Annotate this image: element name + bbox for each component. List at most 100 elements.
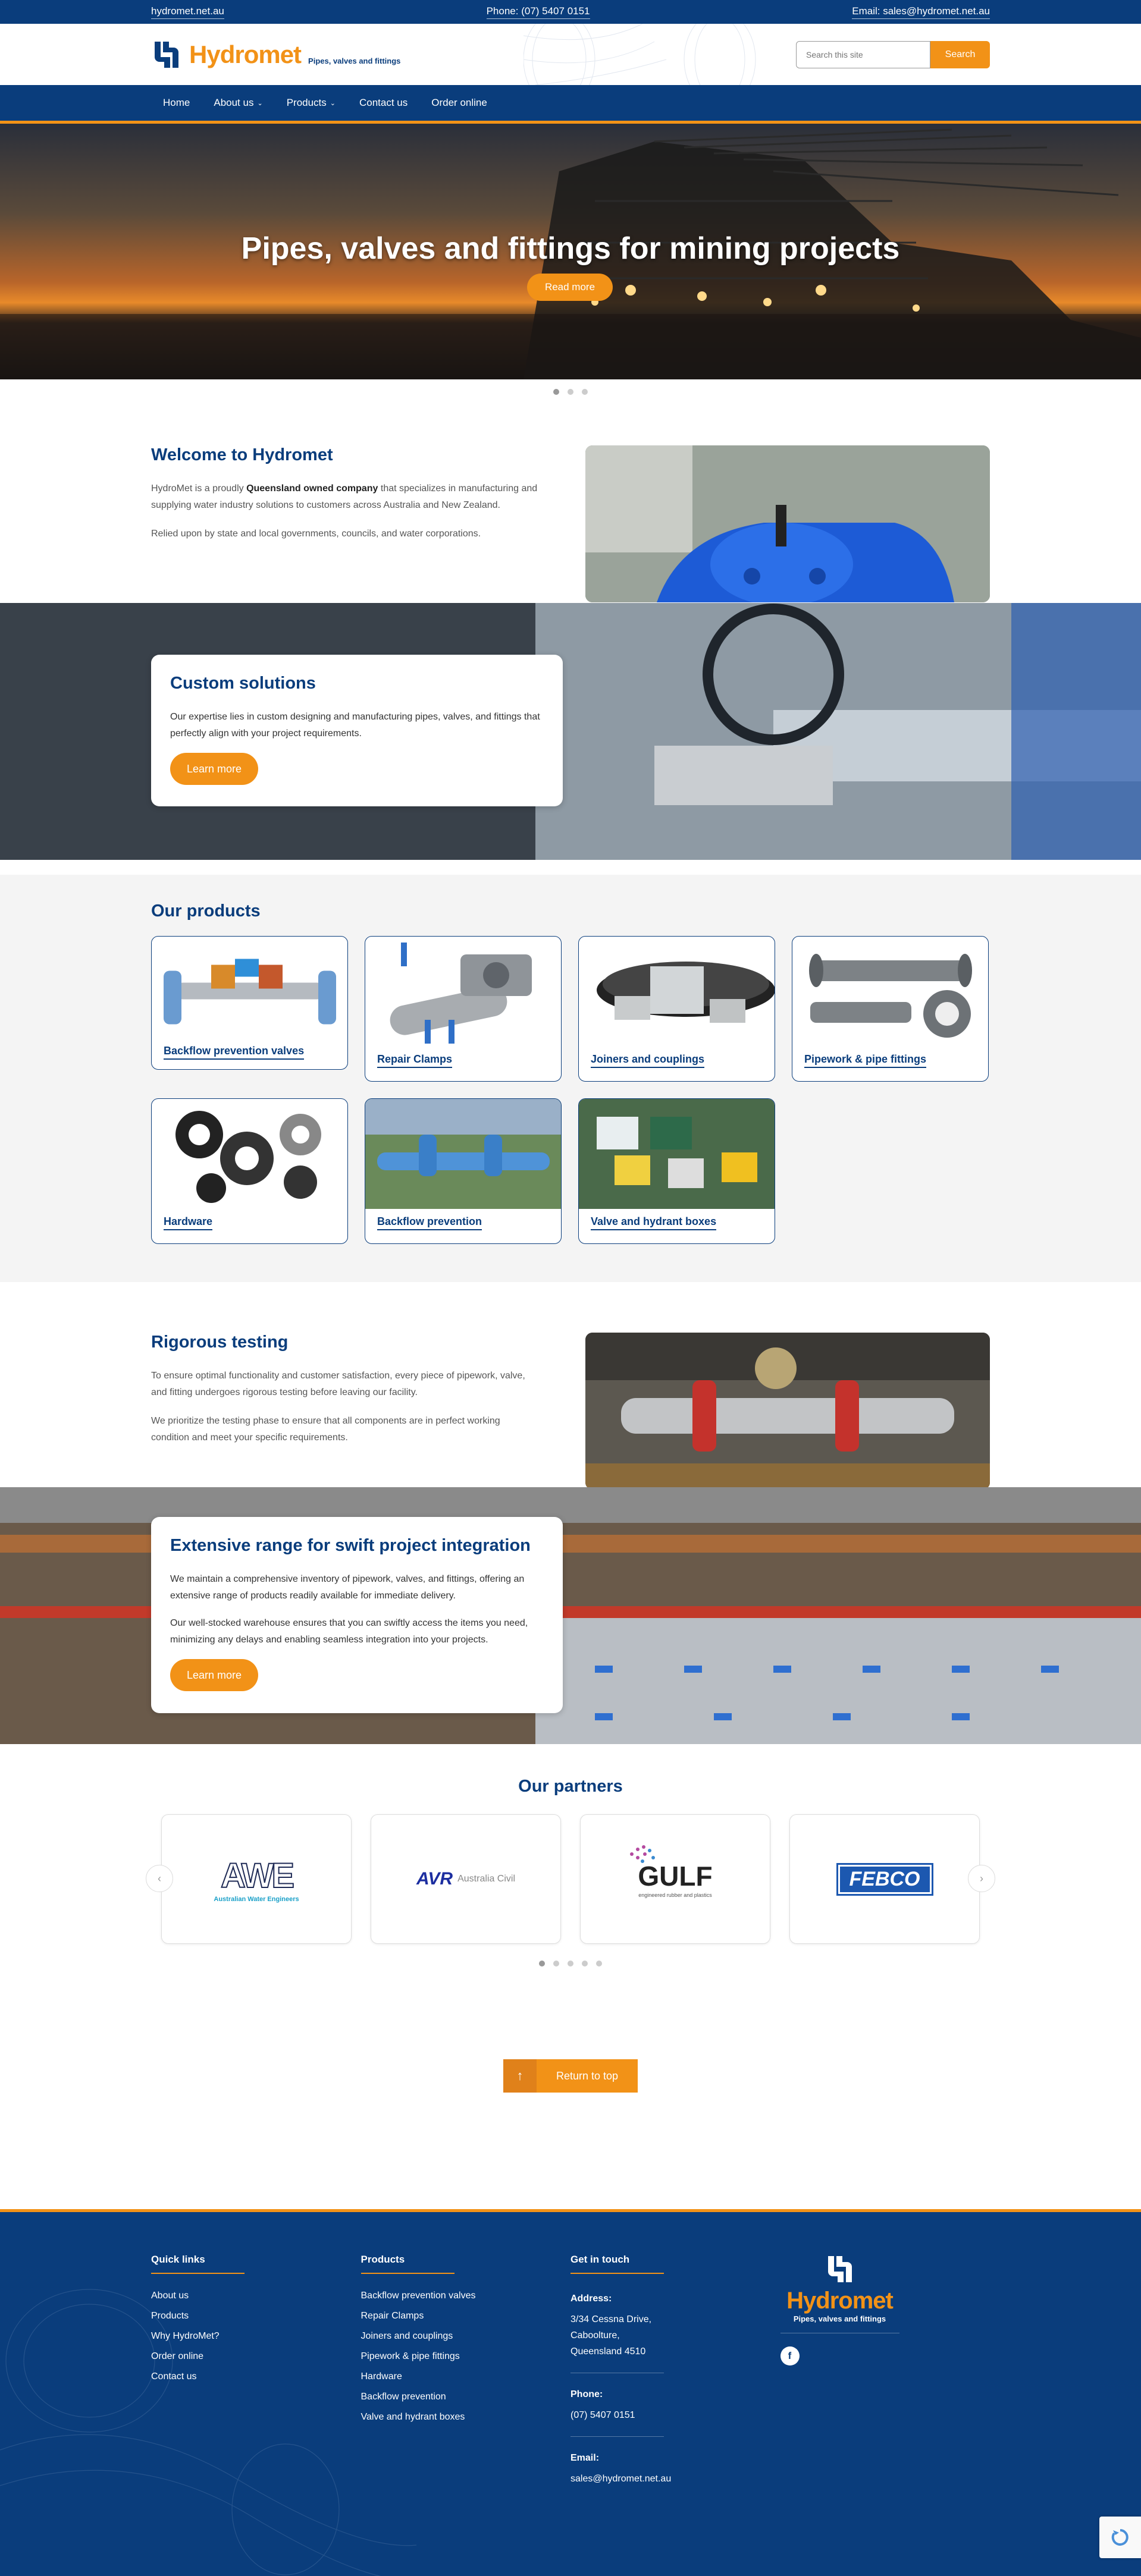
- product-card-hardware[interactable]: Hardware: [151, 1098, 348, 1244]
- testing-paragraph: To ensure optimal functionality and cust…: [151, 1371, 525, 1397]
- partner-logo-gulf[interactable]: GULF engineered rubber and plastics: [580, 1814, 770, 1944]
- product-label: Hardware: [164, 1215, 213, 1230]
- backflow-prevention-image: [365, 1099, 561, 1209]
- footer-email-value[interactable]: sales@hydromet.net.au: [570, 2471, 780, 2487]
- carousel-dot[interactable]: [568, 1961, 573, 1966]
- footer-address-label: Address:: [570, 2294, 612, 2304]
- custom-solutions-card: Custom solutions Our expertise lies in c…: [151, 655, 563, 806]
- product-card-pipework[interactable]: Pipework & pipe fittings: [792, 936, 989, 1082]
- footer-link-products[interactable]: Products: [151, 2311, 361, 2321]
- partner-logo-avr[interactable]: AVR Australia Civil: [371, 1814, 561, 1944]
- custom-learn-more-button[interactable]: Learn more: [170, 753, 258, 785]
- product-card-repair-clamps[interactable]: Repair Clamps: [365, 936, 562, 1082]
- awe-logo-sub: Australian Water Engineers: [214, 1895, 299, 1903]
- product-card-backflow-prevention[interactable]: Backflow prevention: [365, 1098, 562, 1244]
- slider-dot[interactable]: [582, 389, 588, 395]
- footer-phone-value[interactable]: (07) 5407 0151: [570, 2407, 780, 2423]
- site-footer: Quick links About us Products Why HydroM…: [0, 2209, 1141, 2576]
- hardware-image: [175, 1111, 321, 1203]
- welcome-section: Welcome to Hydromet HydroMet is a proudl…: [0, 445, 1141, 603]
- blue-valve-illustration: [585, 445, 990, 602]
- footer-product-link[interactable]: Backflow prevention valves: [361, 2291, 571, 2301]
- footer-products-title: Products: [361, 2254, 454, 2274]
- footer-logo-tagline: Pipes, valves and fittings: [780, 2314, 899, 2333]
- footer-products: Products Backflow prevention valves Repa…: [361, 2254, 571, 2487]
- repair-clamps-image: [390, 943, 532, 1044]
- footer-link-contact[interactable]: Contact us: [151, 2371, 361, 2382]
- extensive-range-banner: Extensive range for swift project integr…: [0, 1487, 1141, 1744]
- return-to-top-wrap: ↑ Return to top: [0, 2059, 1141, 2093]
- recaptcha-icon: [1111, 2529, 1129, 2546]
- slider-dot[interactable]: [568, 389, 573, 395]
- footer-address-line: Queensland 4510: [570, 2346, 646, 2357]
- footer-link-why[interactable]: Why HydroMet?: [151, 2331, 361, 2342]
- product-card-valve-hydrant-boxes[interactable]: Valve and hydrant boxes: [578, 1098, 775, 1244]
- partner-logo-awe[interactable]: AWE Australian Water Engineers: [161, 1814, 352, 1944]
- facebook-icon[interactable]: f: [780, 2346, 800, 2365]
- valve-hydrant-boxes-image: [579, 1099, 775, 1209]
- footer-contact-title: Get in touch: [570, 2254, 664, 2274]
- range-learn-more-button[interactable]: Learn more: [170, 1659, 258, 1691]
- footer-product-link[interactable]: Pipework & pipe fittings: [361, 2351, 571, 2362]
- carousel-dot[interactable]: [582, 1961, 588, 1966]
- return-to-top-label: Return to top: [537, 2059, 638, 2093]
- footer-product-link[interactable]: Valve and hydrant boxes: [361, 2412, 571, 2423]
- welcome-p1-b: Queensland owned company: [246, 483, 378, 494]
- product-card-joiners-couplings[interactable]: Joiners and couplings: [578, 936, 775, 1082]
- footer-phone: Phone: (07) 5407 0151: [570, 2386, 780, 2423]
- carousel-next-arrow-icon[interactable]: ›: [968, 1865, 995, 1892]
- products-title: Our products: [151, 901, 261, 921]
- return-to-top-button[interactable]: ↑ Return to top: [503, 2059, 638, 2093]
- footer-logo[interactable]: Hydromet Pipes, valves and fittings: [780, 2254, 899, 2333]
- awe-logo: AWE Australian Water Engineers: [214, 1856, 299, 1903]
- nav-products[interactable]: Products ⌄: [275, 85, 347, 121]
- testing-paragraph-2: We prioritize the testing phase to ensur…: [151, 1416, 500, 1443]
- testing-image: [585, 1333, 990, 1490]
- footer-contact: Get in touch Address: 3/34 Cessna Drive,…: [570, 2254, 780, 2487]
- recaptcha-badge[interactable]: [1099, 2517, 1141, 2558]
- partners-title: Our partners: [518, 1777, 623, 1796]
- email-link[interactable]: Email: sales@hydromet.net.au: [852, 5, 990, 19]
- nav-contact-label: Contact us: [359, 97, 408, 108]
- search-input[interactable]: [796, 40, 930, 68]
- footer-link-order[interactable]: Order online: [151, 2351, 361, 2362]
- nav-home[interactable]: Home: [151, 85, 202, 121]
- footer-product-link[interactable]: Hardware: [361, 2371, 571, 2382]
- nav-about-us[interactable]: About us ⌄: [202, 85, 274, 121]
- gulf-logo-sub: engineered rubber and plastics: [638, 1892, 712, 1898]
- footer-quick-links: Quick links About us Products Why HydroM…: [151, 2254, 361, 2487]
- partner-logo-febco[interactable]: FEBCO: [789, 1814, 980, 1944]
- site-logo[interactable]: Hydromet Pipes, valves and fittings: [151, 39, 400, 70]
- phone-link[interactable]: Phone: (07) 5407 0151: [486, 5, 590, 19]
- nav-order-online[interactable]: Order online: [419, 85, 499, 121]
- footer-address-line: 3/34 Cessna Drive,: [570, 2314, 652, 2324]
- nav-contact-us[interactable]: Contact us: [347, 85, 419, 121]
- footer-product-link[interactable]: Joiners and couplings: [361, 2331, 571, 2342]
- welcome-paragraph: HydroMet is a proudly Queensland owned c…: [151, 480, 538, 514]
- search-form: Search: [796, 40, 990, 68]
- carousel-dot[interactable]: [596, 1961, 602, 1966]
- hero-read-more-button[interactable]: Read more: [527, 274, 613, 301]
- welcome-paragraph-2: Relied upon by state and local governmen…: [151, 529, 481, 539]
- slider-dot[interactable]: [553, 389, 559, 395]
- partners-carousel-dots: [0, 1961, 1141, 1966]
- nav-home-label: Home: [163, 97, 190, 108]
- site-link[interactable]: hydromet.net.au: [151, 5, 224, 19]
- footer-product-link[interactable]: Repair Clamps: [361, 2311, 571, 2321]
- extensive-range-paragraph: We maintain a comprehensive inventory of…: [170, 1574, 525, 1601]
- carousel-dot[interactable]: [539, 1961, 545, 1966]
- nav-order-label: Order online: [431, 97, 487, 108]
- product-card-backflow-valves[interactable]: Backflow prevention valves: [151, 936, 348, 1070]
- search-button[interactable]: Search: [930, 40, 990, 68]
- hydromet-logo-icon: [155, 41, 178, 68]
- nav-products-label: Products: [286, 97, 327, 108]
- footer-product-link[interactable]: Backflow prevention: [361, 2392, 571, 2402]
- carousel-dot[interactable]: [553, 1961, 559, 1966]
- hero-slider-dots: [0, 389, 1141, 395]
- carousel-prev-arrow-icon[interactable]: ‹: [146, 1865, 173, 1892]
- products-grid: Backflow prevention valves Repair Clamps: [151, 936, 990, 1244]
- footer-email: Email: sales@hydromet.net.au: [570, 2450, 780, 2487]
- footer-link-about[interactable]: About us: [151, 2291, 361, 2301]
- gulf-logo: GULF engineered rubber and plastics: [630, 1845, 713, 1898]
- pipework-image: [809, 954, 972, 1038]
